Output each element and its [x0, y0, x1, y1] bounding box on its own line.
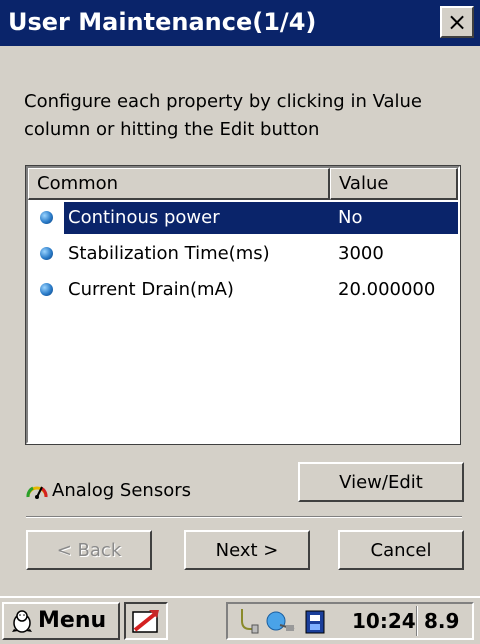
grid-header: Common Value: [28, 168, 458, 200]
start-penguin-icon: [12, 610, 32, 633]
property-grid: Common Value Continous power No Stabiliz…: [25, 165, 461, 445]
cancel-button[interactable]: Cancel: [338, 530, 464, 570]
close-icon: ×: [446, 8, 468, 36]
column-header-value[interactable]: Value: [330, 168, 458, 200]
property-value[interactable]: 20.000000: [338, 274, 435, 306]
window-title: User Maintenance(1/4): [8, 8, 317, 36]
title-bar: User Maintenance(1/4) ×: [0, 0, 480, 46]
system-tray: 10:24 8.9: [226, 602, 474, 640]
blue-bullet-icon: [40, 247, 53, 260]
taskbar: Menu 10:24 8.9: [0, 596, 480, 644]
instructions-text: Configure each property by clicking in V…: [24, 91, 423, 140]
clock[interactable]: 10:24: [352, 604, 416, 638]
usb-connection-icon[interactable]: [236, 607, 260, 635]
grid-row-current-drain[interactable]: Current Drain(mA) 20.000000: [28, 274, 458, 306]
tray-divider: [416, 606, 418, 636]
property-value[interactable]: 3000: [338, 238, 384, 270]
separator: [26, 516, 462, 518]
user-maintenance-window: User Maintenance(1/4) × Configure each p…: [0, 0, 480, 600]
grid-row-continous-power[interactable]: Continous power No: [28, 202, 458, 234]
property-name: Current Drain(mA): [68, 279, 234, 300]
property-name: Continous power: [68, 207, 220, 228]
close-button[interactable]: ×: [440, 6, 474, 38]
gauge-icon: [26, 486, 48, 499]
network-icon[interactable]: [264, 609, 296, 633]
battery-indicator[interactable]: 8.9: [424, 604, 459, 638]
next-button[interactable]: Next >: [184, 530, 310, 570]
view-edit-button[interactable]: View/Edit: [298, 462, 464, 502]
menu-label: Menu: [38, 608, 107, 633]
blue-bullet-icon: [40, 283, 53, 296]
property-value[interactable]: No: [338, 202, 362, 234]
property-name: Stabilization Time(ms): [68, 243, 270, 264]
column-header-common[interactable]: Common: [28, 168, 330, 200]
app-task-icon: [132, 610, 159, 633]
storage-card-icon[interactable]: [304, 609, 326, 635]
grid-row-stabilization-time[interactable]: Stabilization Time(ms) 3000: [28, 238, 458, 270]
analog-sensors-label: Analog Sensors: [52, 480, 191, 501]
app-task-button[interactable]: [124, 602, 168, 640]
back-button[interactable]: < Back: [26, 530, 152, 570]
start-menu-button[interactable]: Menu: [2, 602, 120, 640]
blue-bullet-icon: [40, 211, 53, 224]
